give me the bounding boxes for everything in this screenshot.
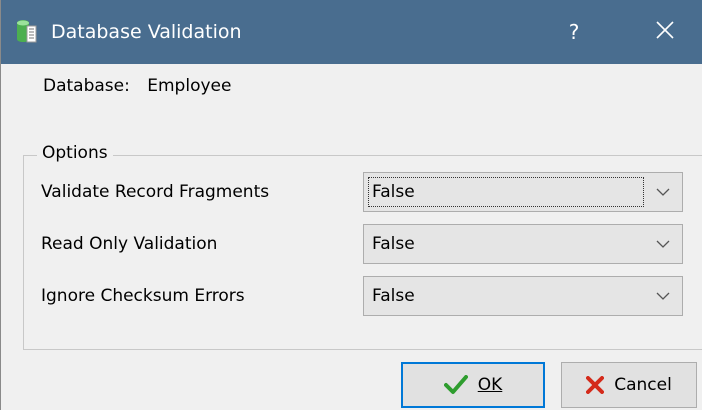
x-mark-icon bbox=[586, 376, 605, 394]
select-value: False bbox=[372, 286, 415, 306]
ok-button[interactable]: OK bbox=[401, 362, 545, 408]
ok-label: OK bbox=[477, 375, 503, 395]
select-value: False bbox=[372, 234, 415, 254]
database-name: Employee bbox=[147, 76, 232, 96]
database-label: Database: bbox=[43, 76, 130, 96]
close-button[interactable] bbox=[645, 0, 685, 64]
chevron-down-icon[interactable] bbox=[644, 173, 682, 211]
chevron-down-icon[interactable] bbox=[644, 225, 682, 263]
cancel-label: Cancel bbox=[614, 375, 672, 395]
database-icon bbox=[15, 18, 37, 44]
ignore-checksum-errors-label: Ignore Checksum Errors bbox=[41, 286, 245, 306]
cancel-button[interactable]: Cancel bbox=[561, 362, 697, 408]
title-bar[interactable]: Database Validation ? bbox=[1, 0, 702, 64]
options-group-title: Options bbox=[37, 143, 113, 163]
validate-record-fragments-label: Validate Record Fragments bbox=[41, 182, 270, 202]
select-value: False bbox=[372, 182, 415, 202]
window-title: Database Validation bbox=[51, 21, 242, 43]
checkmark-icon bbox=[443, 375, 468, 395]
chevron-down-icon[interactable] bbox=[644, 277, 682, 315]
help-button[interactable]: ? bbox=[559, 0, 589, 64]
read-only-validation-label: Read Only Validation bbox=[41, 234, 218, 254]
database-row: Database: Employee bbox=[43, 76, 231, 96]
read-only-validation-select[interactable]: False bbox=[363, 224, 683, 264]
ignore-checksum-errors-select[interactable]: False bbox=[363, 276, 683, 316]
dialog-window: Database Validation ? Database: Employee… bbox=[0, 0, 702, 410]
validate-record-fragments-select[interactable]: False bbox=[363, 172, 683, 212]
close-icon bbox=[656, 21, 674, 43]
